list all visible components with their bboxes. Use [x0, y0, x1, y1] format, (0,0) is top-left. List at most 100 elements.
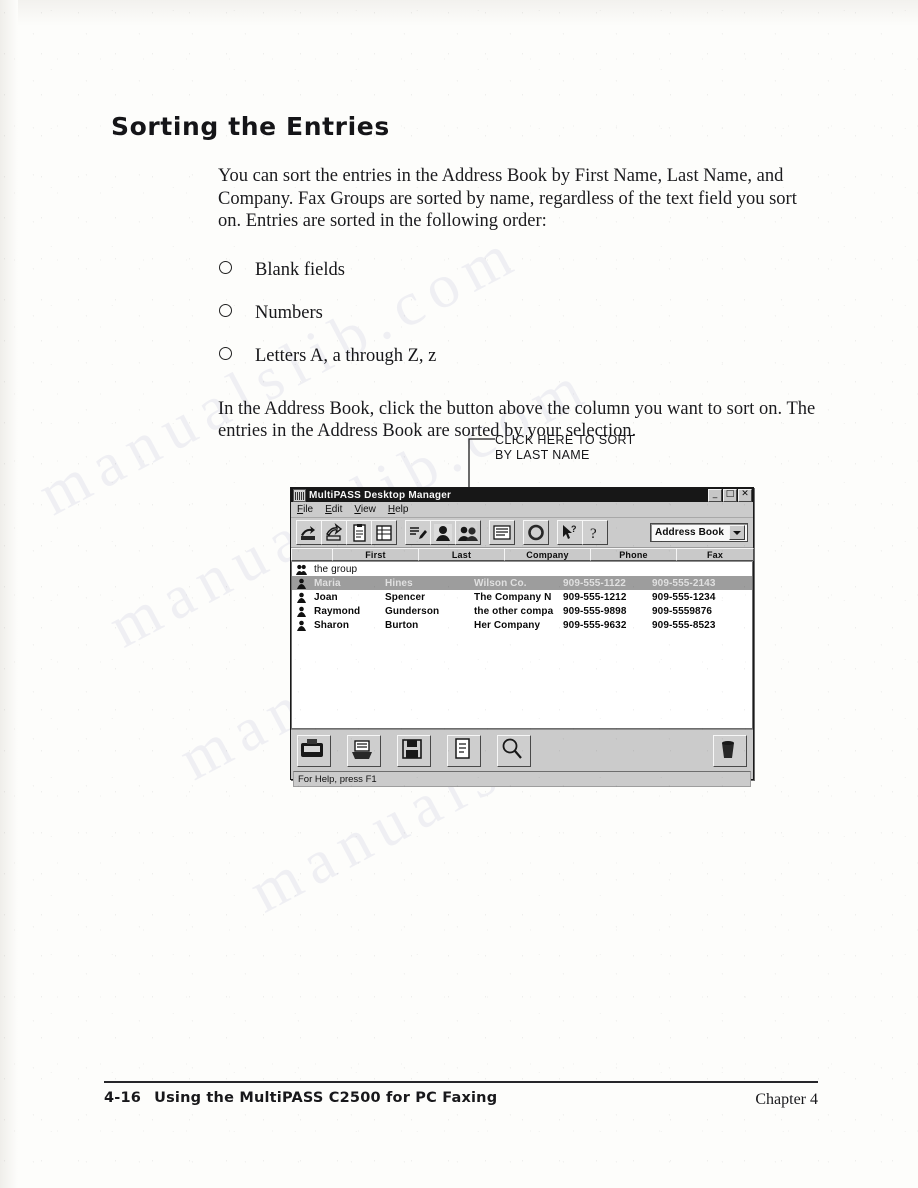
page-edge-top	[0, 0, 918, 26]
toolbar-group-help[interactable]: ? ?	[557, 520, 608, 545]
footer-rule	[104, 1081, 818, 1083]
callout-label: CLICK HERE TO SORT BY LAST NAME	[495, 433, 635, 462]
person-icon	[292, 592, 310, 603]
multipass-desktop-manager-window[interactable]: MultiPASS Desktop Manager _ □ ✕ FFileile…	[290, 487, 754, 787]
column-header-company[interactable]: Company	[504, 548, 591, 561]
help-pointer-icon[interactable]: ?	[557, 520, 583, 545]
list-item: Letters A, a through Z, z	[218, 345, 818, 367]
cell-company: Her Company	[474, 619, 541, 631]
footer-chapter: Chapter 4	[755, 1091, 818, 1108]
menu-bar[interactable]: FFileile Edit View Help	[291, 502, 753, 518]
cell-first: Raymond	[314, 605, 361, 617]
footer-title: Using the MultiPASS C2500 for PC Faxing	[154, 1090, 498, 1106]
cell-last: Burton	[385, 619, 419, 631]
bullet-circle-icon	[219, 346, 232, 360]
person-icon[interactable]	[430, 520, 456, 545]
body-column: You can sort the entries in the Address …	[218, 165, 818, 443]
svg-text:?: ?	[571, 524, 577, 534]
table-row[interactable]: Sharon Burton Her Company 909-555-9632 9…	[292, 618, 752, 632]
cell-fax: 909-5559876	[652, 605, 713, 617]
toolbar-group-document[interactable]	[489, 520, 515, 545]
cell-fax: 909-555-2143	[652, 577, 716, 589]
window-titlebar[interactable]: MultiPASS Desktop Manager _ □ ✕	[291, 488, 753, 502]
cell-phone: 909-555-9898	[563, 605, 627, 617]
printer-icon[interactable]	[347, 734, 381, 767]
list-icon[interactable]	[371, 520, 397, 545]
save-disk-icon[interactable]	[397, 734, 431, 767]
menu-item-edit[interactable]: Edit	[325, 504, 342, 515]
bullet-circle-icon	[219, 303, 232, 317]
toolbar-group-fax[interactable]	[296, 520, 397, 545]
trash-icon[interactable]	[713, 734, 747, 767]
address-book-list[interactable]: the group Maria Hines Wilson Co. 909-555…	[291, 562, 753, 729]
clipboard-icon[interactable]	[346, 520, 372, 545]
list-item-label: Numbers	[255, 302, 323, 323]
app-icon	[293, 488, 306, 502]
menu-item-help[interactable]: Help	[388, 504, 409, 515]
minimize-button[interactable]: _	[708, 488, 722, 502]
search-icon[interactable]	[497, 734, 531, 767]
toolbar-group-ring[interactable]	[523, 520, 549, 545]
document-icon[interactable]	[447, 734, 481, 767]
page-edge-left	[0, 0, 18, 1188]
person-icon	[292, 620, 310, 631]
status-text: For Help, press F1	[298, 773, 377, 785]
cell-first: Joan	[314, 591, 338, 603]
cell-first: the group	[314, 563, 358, 575]
cell-phone: 909-555-1122	[563, 577, 626, 589]
sort-order-list: Blank fields Numbers Letters A, a throug…	[218, 259, 818, 367]
person-icon	[292, 578, 310, 589]
ring-icon[interactable]	[523, 520, 549, 545]
receive-fax-icon[interactable]	[321, 520, 347, 545]
toolbar-group-entries[interactable]	[405, 520, 481, 545]
cell-first: Sharon	[314, 619, 350, 631]
table-row[interactable]: Raymond Gunderson the other compa 909-55…	[292, 604, 752, 618]
cell-fax: 909-555-8523	[652, 619, 716, 631]
close-button[interactable]: ✕	[738, 488, 752, 502]
help-question-icon[interactable]: ?	[582, 520, 608, 545]
cell-fax: 909-555-1234	[652, 591, 716, 603]
list-item-label: Blank fields	[255, 259, 345, 280]
document-icon[interactable]	[489, 520, 515, 545]
cell-phone: 909-555-1212	[563, 591, 627, 603]
page-title: Sorting the Entries	[111, 112, 390, 141]
cell-company: the other compa	[474, 605, 554, 617]
bottom-toolbar[interactable]	[291, 729, 753, 771]
table-row[interactable]: Maria Hines Wilson Co. 909-555-1122 909-…	[292, 576, 752, 590]
cell-last: Gunderson	[385, 605, 440, 617]
cell-company: Wilson Co.	[474, 577, 527, 589]
intro-paragraph: You can sort the entries in the Address …	[218, 166, 797, 231]
list-item: Numbers	[218, 302, 818, 324]
toolbar[interactable]: ? ? Address Book	[291, 518, 753, 548]
fax-machine-icon[interactable]	[297, 734, 331, 767]
menu-item-file[interactable]: FFileile	[297, 504, 313, 515]
cell-last: Hines	[385, 577, 413, 589]
maximize-button[interactable]: □	[723, 488, 737, 502]
cell-company: The Company N	[474, 591, 552, 603]
column-header-last[interactable]: Last	[418, 548, 505, 561]
list-item: Blank fields	[218, 259, 818, 281]
column-header-first[interactable]: First	[332, 548, 419, 561]
group-people-icon[interactable]	[455, 520, 481, 545]
folder-selector-label: Address Book	[655, 527, 724, 538]
table-row[interactable]: Joan Spencer The Company N 909-555-1212 …	[292, 590, 752, 604]
window-controls[interactable]: _ □ ✕	[708, 488, 752, 502]
cell-first: Maria	[314, 577, 341, 589]
table-row[interactable]: the group	[292, 562, 752, 576]
column-header-fax[interactable]: Fax	[676, 548, 754, 561]
edit-entry-icon[interactable]	[405, 520, 431, 545]
send-fax-icon[interactable]	[296, 520, 322, 545]
column-header-phone[interactable]: Phone	[590, 548, 677, 561]
list-item-label: Letters A, a through Z, z	[255, 345, 437, 366]
svg-text:?: ?	[590, 526, 597, 542]
chevron-down-icon[interactable]	[729, 525, 745, 540]
person-icon	[292, 606, 310, 617]
folder-selector-dropdown[interactable]: Address Book	[650, 523, 748, 542]
status-bar: For Help, press F1	[293, 771, 751, 787]
column-header-icon[interactable]	[291, 548, 333, 561]
menu-item-view[interactable]: View	[354, 504, 376, 515]
column-header-row[interactable]: First Last Company Phone Fax	[291, 548, 754, 562]
window-title: MultiPASS Desktop Manager	[309, 489, 452, 501]
cell-phone: 909-555-9632	[563, 619, 627, 631]
page-number: 4-16	[104, 1090, 142, 1106]
